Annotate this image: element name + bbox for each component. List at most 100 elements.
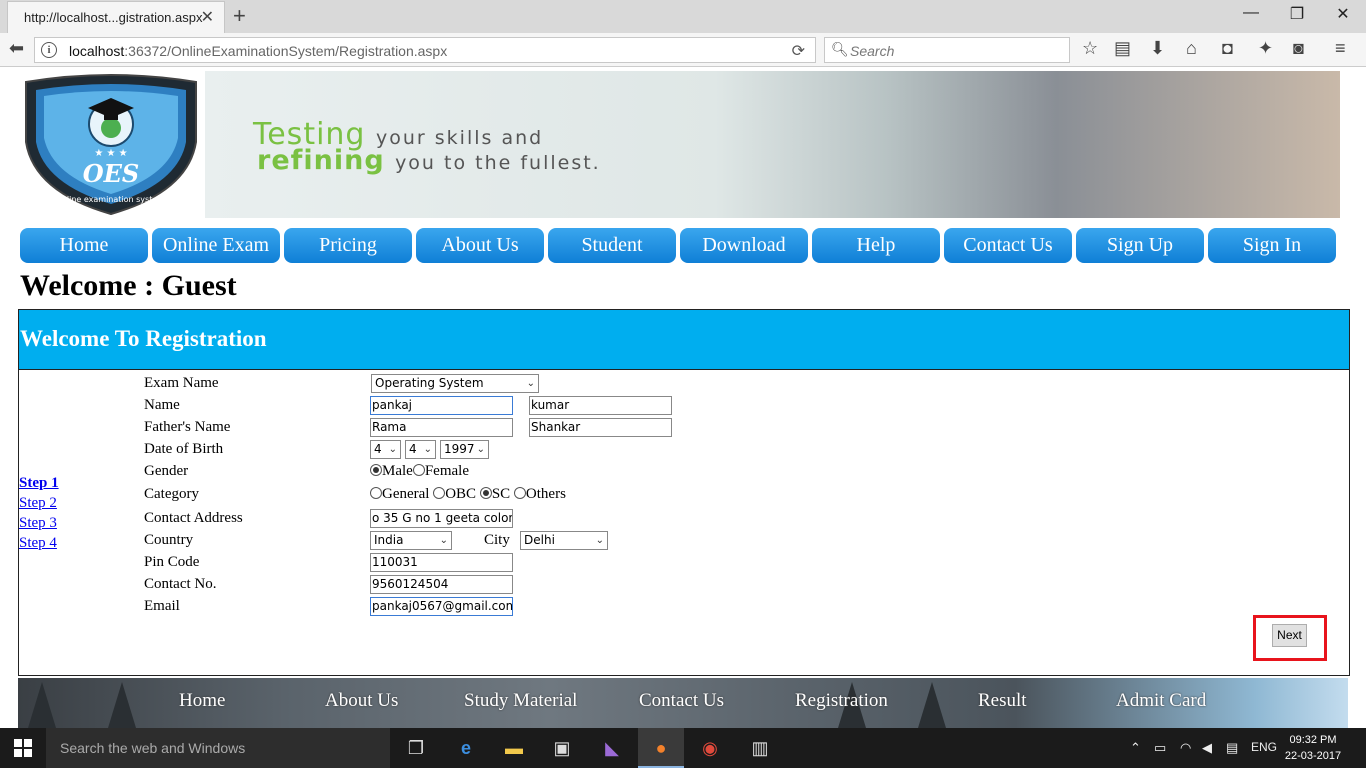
menu-download[interactable]: Download bbox=[680, 228, 808, 263]
father-first-name-input[interactable]: Rama bbox=[370, 418, 513, 437]
language-indicator[interactable]: ENG bbox=[1251, 740, 1277, 754]
step-4-link[interactable]: Step 4 bbox=[19, 533, 59, 553]
browser-nav-bar: ⬅ i localhost:36372/OnlineExaminationSys… bbox=[0, 33, 1366, 67]
url-text: localhost:36372/OnlineExaminationSystem/… bbox=[69, 43, 448, 59]
gender-female-radio[interactable] bbox=[412, 464, 425, 476]
menu-sign-in[interactable]: Sign In bbox=[1208, 228, 1336, 263]
gender-radio-group: Male Female bbox=[370, 463, 469, 480]
browser-tab[interactable]: http://localhost...gistration.aspx ✕ bbox=[7, 1, 225, 33]
menu-sign-up[interactable]: Sign Up bbox=[1076, 228, 1204, 263]
footer-about-us[interactable]: About Us bbox=[325, 690, 398, 712]
reading-list-icon[interactable]: ▤ bbox=[1114, 38, 1131, 59]
file-explorer-icon[interactable]: ▬ bbox=[502, 736, 526, 760]
chevron-down-icon: ⌄ bbox=[476, 444, 485, 455]
pocket-icon[interactable]: ◘ bbox=[1222, 38, 1233, 59]
info-icon[interactable]: i bbox=[41, 42, 57, 58]
footer-result[interactable]: Result bbox=[978, 690, 1027, 712]
step-3-link[interactable]: Step 3 bbox=[19, 513, 59, 533]
footer-registration[interactable]: Registration bbox=[795, 690, 888, 712]
close-tab-icon[interactable]: ✕ bbox=[201, 7, 214, 27]
browser-search-box[interactable]: 🔍︎ Search bbox=[824, 37, 1070, 63]
firefox-icon[interactable]: ● bbox=[649, 736, 673, 760]
minimize-icon[interactable]: — bbox=[1236, 4, 1266, 22]
download-icon[interactable]: ⬇ bbox=[1150, 38, 1165, 59]
city-select[interactable]: Delhi ⌄ bbox=[520, 531, 608, 550]
father-last-name-input[interactable]: Shankar bbox=[529, 418, 672, 437]
restore-icon[interactable]: ❐ bbox=[1282, 4, 1312, 24]
chrome-icon[interactable]: ◉ bbox=[698, 736, 722, 760]
menu-help[interactable]: Help bbox=[812, 228, 940, 263]
first-name-input[interactable]: pankaj bbox=[370, 396, 513, 415]
category-obc-radio[interactable] bbox=[433, 487, 446, 499]
store-icon[interactable]: ▣ bbox=[550, 736, 574, 760]
wifi-icon[interactable]: ◠ bbox=[1180, 740, 1191, 756]
footer-contact-us[interactable]: Contact Us bbox=[639, 690, 724, 712]
chevron-down-icon: ⌄ bbox=[526, 378, 535, 389]
category-sc-radio[interactable] bbox=[479, 487, 492, 499]
task-view-icon[interactable]: ❐ bbox=[404, 736, 428, 760]
contact-address-input[interactable]: o 35 G no 1 geeta colony bbox=[370, 509, 513, 528]
menu-about-us[interactable]: About Us bbox=[416, 228, 544, 263]
close-window-icon[interactable]: ✕ bbox=[1328, 4, 1358, 24]
tab-title: http://localhost...gistration.aspx bbox=[24, 10, 203, 25]
notification-icon[interactable]: ▤ bbox=[1226, 740, 1238, 756]
menu-student[interactable]: Student bbox=[548, 228, 676, 263]
menu-home[interactable]: Home bbox=[20, 228, 148, 263]
exam-name-select[interactable]: Operating System ⌄ bbox=[371, 374, 539, 393]
chevron-down-icon: ⌄ bbox=[595, 535, 604, 546]
step-1-link[interactable]: Step 1 bbox=[19, 473, 59, 493]
category-others-radio[interactable] bbox=[513, 487, 526, 499]
clock-time: 09:32 PM bbox=[1289, 734, 1337, 746]
country-select[interactable]: India ⌄ bbox=[370, 531, 452, 550]
footer-admit-card[interactable]: Admit Card bbox=[1116, 690, 1206, 712]
chevron-down-icon: ⌄ bbox=[439, 535, 448, 546]
gender-label: Gender bbox=[144, 463, 189, 479]
browser-tab-bar: http://localhost...gistration.aspx ✕ + —… bbox=[0, 0, 1366, 33]
battery-icon[interactable]: ▭ bbox=[1154, 740, 1166, 756]
menu-online-exam[interactable]: Online Exam bbox=[152, 228, 280, 263]
tray-chevron-up-icon[interactable]: ⌃ bbox=[1130, 740, 1141, 756]
tree-decoration bbox=[108, 682, 136, 728]
bookmark-star-icon[interactable]: ☆ bbox=[1082, 38, 1098, 59]
contact-no-label: Contact No. bbox=[144, 576, 217, 592]
dob-month-select[interactable]: 4 ⌄ bbox=[405, 440, 436, 459]
gender-male-radio[interactable] bbox=[370, 464, 382, 476]
hamburger-menu-icon[interactable]: ≡ bbox=[1335, 38, 1346, 59]
volume-icon[interactable]: ◀ bbox=[1202, 740, 1212, 756]
dob-day-select[interactable]: 4 ⌄ bbox=[370, 440, 401, 459]
taskbar-search[interactable]: Search the web and Windows bbox=[46, 728, 390, 768]
address-bar[interactable]: i localhost:36372/OnlineExaminationSyste… bbox=[34, 37, 816, 63]
app-icon[interactable]: ▥ bbox=[748, 736, 772, 760]
step-2-link[interactable]: Step 2 bbox=[19, 493, 59, 513]
highlight-box bbox=[1253, 615, 1327, 661]
back-icon[interactable]: ⬅ bbox=[9, 38, 24, 59]
category-label: Category bbox=[144, 486, 199, 502]
new-tab-icon[interactable]: + bbox=[233, 3, 246, 29]
tree-decoration bbox=[28, 682, 56, 728]
country-label: Country bbox=[144, 532, 194, 548]
footer-home[interactable]: Home bbox=[179, 690, 225, 712]
contact-address-label: Contact Address bbox=[144, 510, 243, 526]
category-obc-label: OBC bbox=[445, 486, 477, 502]
menu-contact-us[interactable]: Contact Us bbox=[944, 228, 1072, 263]
reload-icon[interactable]: ⟳ bbox=[792, 41, 805, 61]
clock[interactable]: 09:32 PM 22-03-2017 bbox=[1282, 732, 1344, 764]
windows-taskbar: Search the web and Windows ❐ e ▬ ▣ ◣ ● ◉… bbox=[0, 728, 1366, 768]
fathers-name-label: Father's Name bbox=[144, 419, 231, 435]
pin-code-input[interactable]: 110031 bbox=[370, 553, 513, 572]
tree-decoration bbox=[918, 682, 946, 728]
email-input[interactable]: pankaj0567@gmail.com bbox=[370, 597, 513, 616]
extension-icon[interactable]: ✦ bbox=[1258, 38, 1273, 59]
category-general-radio[interactable] bbox=[370, 487, 382, 499]
windows-start-icon[interactable] bbox=[14, 739, 32, 757]
footer-study-material[interactable]: Study Material bbox=[464, 690, 577, 712]
contact-no-input[interactable]: 9560124504 bbox=[370, 575, 513, 594]
gender-female-label: Female bbox=[424, 463, 469, 479]
home-icon[interactable]: ⌂ bbox=[1186, 38, 1197, 59]
addon-icon[interactable]: ◙ bbox=[1293, 38, 1304, 59]
dob-year-select[interactable]: 1997 ⌄ bbox=[440, 440, 489, 459]
edge-icon[interactable]: e bbox=[454, 736, 478, 760]
visual-studio-icon[interactable]: ◣ bbox=[600, 736, 624, 760]
menu-pricing[interactable]: Pricing bbox=[284, 228, 412, 263]
last-name-input[interactable]: kumar bbox=[529, 396, 672, 415]
